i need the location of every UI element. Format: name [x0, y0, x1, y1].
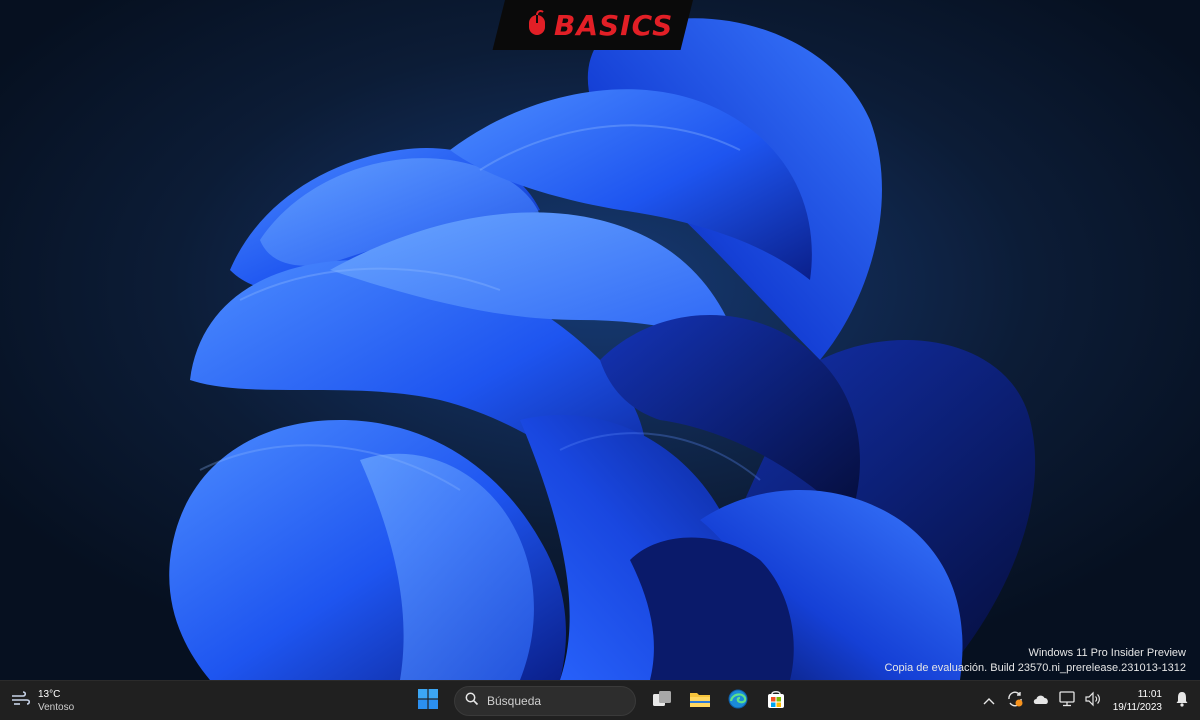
volume-button[interactable] — [1081, 687, 1105, 715]
store-icon — [766, 689, 786, 714]
store-button[interactable] — [760, 685, 792, 717]
notifications-button[interactable] — [1170, 687, 1194, 715]
sync-status-button[interactable] — [1003, 687, 1027, 715]
desktop-wallpaper — [0, 0, 1200, 680]
clock-time: 11:01 — [1137, 689, 1162, 700]
weather-text: 13°C Ventoso — [38, 688, 74, 714]
watermark-line-edition: Windows 11 Pro Insider Preview — [1028, 647, 1186, 659]
watermark-line-build: Copia de evaluación. Build 23570.ni_prer… — [884, 662, 1186, 674]
system-tray: 11:01 19/11/2023 — [977, 685, 1200, 717]
folder-icon — [689, 690, 711, 713]
onedrive-button[interactable] — [1029, 687, 1053, 715]
weather-temperature: 13°C — [38, 689, 61, 700]
desktop: BASICS Windows 11 Pro Insider Preview Co… — [0, 0, 1200, 720]
edge-icon — [728, 689, 748, 714]
evaluation-watermark: Windows 11 Pro Insider Preview Copia de … — [884, 646, 1186, 676]
start-button[interactable] — [412, 685, 444, 717]
volume-icon — [1084, 691, 1102, 712]
sync-icon — [1006, 690, 1024, 713]
taskbar-center: Búsqueda — [412, 685, 792, 717]
logo-text: BASICS — [554, 8, 674, 42]
clock-date: 19/11/2023 — [1112, 702, 1162, 713]
network-icon — [1058, 690, 1076, 712]
bell-icon — [1175, 691, 1189, 712]
wind-icon — [10, 690, 32, 713]
cloud-icon — [1032, 692, 1050, 710]
show-hidden-icons-button[interactable] — [977, 687, 1001, 715]
search-icon — [465, 692, 479, 711]
search-box[interactable]: Búsqueda — [454, 686, 636, 716]
weather-condition: Ventoso — [38, 702, 75, 713]
mouse-icon — [526, 9, 548, 42]
search-placeholder: Búsqueda — [487, 694, 542, 708]
basics-logo: BASICS — [522, 0, 682, 50]
task-view-icon — [652, 690, 672, 713]
task-view-button[interactable] — [646, 685, 678, 717]
network-button[interactable] — [1055, 687, 1079, 715]
taskbar: 13°C Ventoso Búsqueda 11:01 19/11/2023 — [0, 680, 1200, 720]
file-explorer-button[interactable] — [684, 685, 716, 717]
clock[interactable]: 11:01 19/11/2023 — [1107, 688, 1168, 714]
edge-button[interactable] — [722, 685, 754, 717]
weather-widget[interactable]: 13°C Ventoso — [6, 685, 78, 717]
chevron-up-icon — [983, 692, 995, 710]
windows-start-icon — [418, 688, 438, 714]
